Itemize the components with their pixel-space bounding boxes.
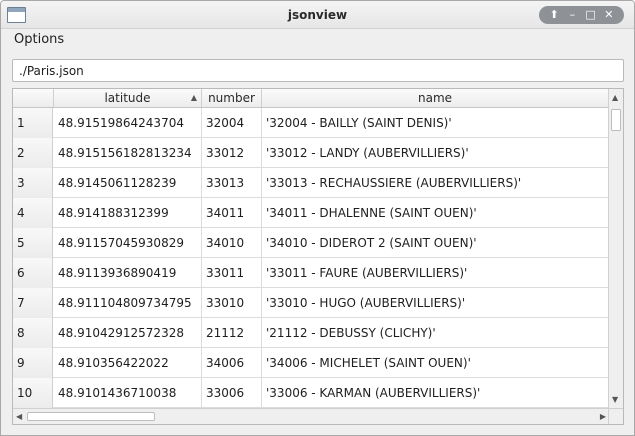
vertical-scroll-thumb[interactable] bbox=[611, 109, 621, 131]
horizontal-scrollbar[interactable]: ◀ ▶ bbox=[13, 408, 609, 424]
column-header-name[interactable]: name bbox=[262, 89, 609, 107]
vertical-scrollbar[interactable]: ▲ ▼ bbox=[608, 89, 623, 409]
cell-number[interactable]: 33010 bbox=[202, 288, 262, 318]
cell-number[interactable]: 34006 bbox=[202, 348, 262, 378]
row-number[interactable]: 3 bbox=[13, 168, 53, 198]
row-number[interactable]: 4 bbox=[13, 198, 53, 228]
row-number[interactable]: 2 bbox=[13, 138, 53, 168]
table-row[interactable]: 6 48.9113936890419 33011'33011 - FAURE (AU… bbox=[13, 258, 609, 288]
cell-name[interactable]: '34011 - DHALENNE (SAINT OUEN)' bbox=[262, 198, 609, 228]
row-number[interactable]: 7 bbox=[13, 288, 53, 318]
table-row[interactable]: 9 48.910356422022 34006'34006 - MICHELET (… bbox=[13, 348, 609, 378]
cell-name[interactable]: '33006 - KARMAN (AUBERVILLIERS)' bbox=[262, 378, 609, 408]
path-input[interactable]: ./Paris.json bbox=[12, 59, 624, 82]
minimize-icon[interactable]: – bbox=[565, 8, 579, 22]
cell-latitude[interactable]: 48.914188312399 bbox=[54, 198, 202, 228]
app-window: jsonview ⬆ – □ ✕ Options ./Paris.json la… bbox=[0, 0, 635, 436]
corner-header[interactable] bbox=[13, 89, 54, 107]
table-row[interactable]: 10 48.9101436710038 33006'33006 - KARMAN (… bbox=[13, 378, 609, 408]
cell-number[interactable]: 34010 bbox=[202, 228, 262, 258]
table-header: latitude ▲ number name bbox=[13, 89, 609, 108]
up-arrow-icon[interactable]: ⬆ bbox=[547, 8, 561, 22]
cell-number[interactable]: 33006 bbox=[202, 378, 262, 408]
horizontal-scroll-thumb[interactable] bbox=[27, 412, 155, 421]
table-row[interactable]: 2 48.915156182813234 33012'33012 - LANDY (… bbox=[13, 138, 609, 168]
row-number[interactable]: 10 bbox=[13, 378, 53, 408]
cell-number[interactable]: 32004 bbox=[202, 108, 262, 138]
cell-latitude[interactable]: 48.91157045930829 bbox=[54, 228, 202, 258]
row-number[interactable]: 9 bbox=[13, 348, 53, 378]
cell-name[interactable]: '21112 - DEBUSSY (CLICHY)' bbox=[262, 318, 609, 348]
cell-latitude[interactable]: 48.910356422022 bbox=[54, 348, 202, 378]
cell-name[interactable]: '33013 - RECHAUSSIERE (AUBERVILLIERS)' bbox=[262, 168, 609, 198]
cell-latitude[interactable]: 48.9113936890419 bbox=[54, 258, 202, 288]
table-row[interactable]: 1 48.91519864243704 32004'32004 - BAILLY (… bbox=[13, 108, 609, 138]
table-row[interactable]: 4 48.914188312399 34011'34011 - DHALENNE (… bbox=[13, 198, 609, 228]
cell-number[interactable]: 34011 bbox=[202, 198, 262, 228]
menu-bar: Options bbox=[1, 29, 634, 51]
row-number[interactable]: 8 bbox=[13, 318, 53, 348]
table-row[interactable]: 7 48.911104809734795 33010'33010 - HUGO (A… bbox=[13, 288, 609, 318]
cell-number[interactable]: 33011 bbox=[202, 258, 262, 288]
cell-number[interactable]: 33012 bbox=[202, 138, 262, 168]
column-header-label: latitude bbox=[104, 91, 151, 105]
table-row[interactable]: 8 48.91042912572328 21112'21112 - DEBUSSY … bbox=[13, 318, 609, 348]
scroll-up-icon[interactable]: ▲ bbox=[612, 93, 618, 103]
window-controls: ⬆ – □ ✕ bbox=[539, 6, 624, 24]
cell-name[interactable]: '33011 - FAURE (AUBERVILLIERS)' bbox=[262, 258, 609, 288]
title-bar: jsonview ⬆ – □ ✕ bbox=[1, 1, 634, 29]
cell-latitude[interactable]: 48.9145061128239 bbox=[54, 168, 202, 198]
cell-name[interactable]: '34006 - MICHELET (SAINT OUEN)' bbox=[262, 348, 609, 378]
close-icon[interactable]: ✕ bbox=[602, 8, 616, 22]
cell-latitude[interactable]: 48.915156182813234 bbox=[54, 138, 202, 168]
data-table: latitude ▲ number name 1 48.9151986424370… bbox=[12, 88, 624, 425]
scroll-left-icon[interactable]: ◀ bbox=[16, 412, 22, 422]
cell-latitude[interactable]: 48.9101436710038 bbox=[54, 378, 202, 408]
sort-ascending-icon: ▲ bbox=[190, 93, 197, 102]
scroll-right-icon[interactable]: ▶ bbox=[600, 412, 606, 422]
scrollbar-corner bbox=[608, 408, 623, 424]
scroll-down-icon[interactable]: ▼ bbox=[612, 395, 618, 405]
column-header-number[interactable]: number bbox=[202, 89, 262, 107]
table-row[interactable]: 3 48.9145061128239 33013'33013 - RECHAUSSI… bbox=[13, 168, 609, 198]
cell-name[interactable]: '32004 - BAILLY (SAINT DENIS)' bbox=[262, 108, 609, 138]
cell-name[interactable]: '33012 - LANDY (AUBERVILLIERS)' bbox=[262, 138, 609, 168]
table-body: 1 48.91519864243704 32004'32004 - BAILLY (… bbox=[13, 108, 609, 408]
cell-number[interactable]: 21112 bbox=[202, 318, 262, 348]
cell-latitude[interactable]: 48.91519864243704 bbox=[54, 108, 202, 138]
cell-name[interactable]: '33010 - HUGO (AUBERVILLIERS)' bbox=[262, 288, 609, 318]
cell-latitude[interactable]: 48.91042912572328 bbox=[54, 318, 202, 348]
cell-name[interactable]: '34010 - DIDEROT 2 (SAINT OUEN)' bbox=[262, 228, 609, 258]
cell-latitude[interactable]: 48.911104809734795 bbox=[54, 288, 202, 318]
row-number[interactable]: 5 bbox=[13, 228, 53, 258]
table-row[interactable]: 5 48.91157045930829 34010'34010 - DIDEROT … bbox=[13, 228, 609, 258]
row-number[interactable]: 1 bbox=[13, 108, 53, 138]
maximize-icon[interactable]: □ bbox=[584, 8, 598, 22]
cell-number[interactable]: 33013 bbox=[202, 168, 262, 198]
menu-options[interactable]: Options bbox=[14, 32, 64, 47]
row-number[interactable]: 6 bbox=[13, 258, 53, 288]
column-header-latitude[interactable]: latitude ▲ bbox=[54, 89, 202, 107]
